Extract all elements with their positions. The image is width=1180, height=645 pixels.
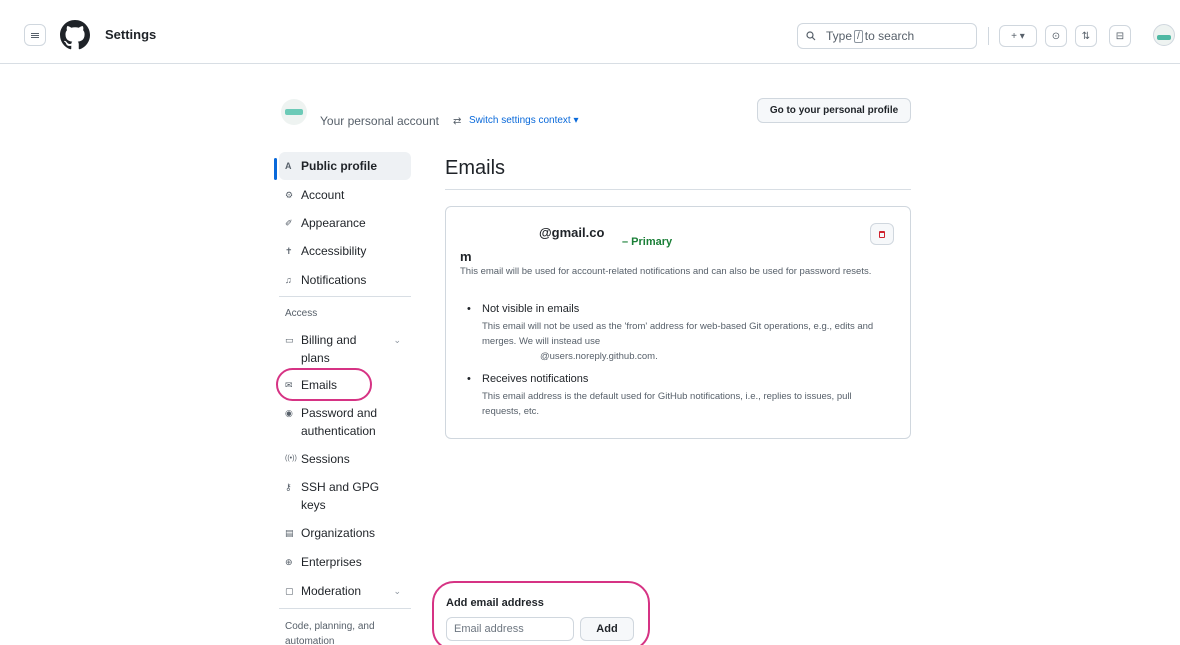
sidebar-item-notifications[interactable]: ♫ Notifications xyxy=(279,271,411,289)
bell-icon: ♫ xyxy=(285,275,292,285)
email-address-wrap: m xyxy=(460,249,472,264)
globe-icon: ⊕ xyxy=(285,557,293,567)
sidebar-item-password[interactable]: ◉ Password and authentication xyxy=(279,404,411,440)
sidebar-item-sessions[interactable]: ((•)) Sessions xyxy=(279,450,411,468)
sidebar-item-label: Account xyxy=(301,188,345,202)
user-avatar[interactable] xyxy=(1153,24,1175,46)
search-icon xyxy=(806,31,816,41)
sidebar-item-label: Public profile xyxy=(301,159,378,173)
issue-icon: ⊙ xyxy=(1051,30,1061,42)
email-address: @gmail.co xyxy=(539,225,605,240)
switch-settings-context-link[interactable]: Switch settings context ▾ xyxy=(469,115,579,126)
sidebar-item-label: Password and authentication xyxy=(301,406,378,438)
sidebar-item-public-profile[interactable]: A Public profile xyxy=(279,152,411,180)
create-new-button[interactable]: + ▾ xyxy=(999,25,1037,47)
broadcast-icon: ((•)) xyxy=(285,455,297,462)
sidebar-item-appearance[interactable]: ✐ Appearance xyxy=(279,214,411,232)
bullet-icon: • xyxy=(467,303,471,315)
sidebar-item-label: Enterprises xyxy=(301,555,362,569)
sidebar-item-label: Organizations xyxy=(301,526,376,540)
noreply-address: @users.noreply.github.com. xyxy=(540,351,658,362)
search-placeholder-suffix: to search xyxy=(864,29,915,43)
bullet-title: Not visible in emails xyxy=(482,303,580,315)
delete-email-button[interactable] xyxy=(870,223,894,245)
page-title: Settings xyxy=(105,27,157,42)
shield-lock-icon: ◉ xyxy=(285,408,293,418)
search-placeholder-prefix: Type xyxy=(826,29,853,43)
app-header: Settings Type / to search + ▾ ⊙ ⇅ ⊟ xyxy=(0,8,1180,64)
report-icon: ▢ xyxy=(285,586,294,596)
account-context-label: Your personal account xyxy=(320,114,439,128)
person-icon: A xyxy=(285,161,292,171)
header-divider xyxy=(988,27,989,45)
sidebar-item-accessibility[interactable]: ✝ Accessibility xyxy=(279,242,411,260)
sidebar-item-enterprises[interactable]: ⊕ Enterprises xyxy=(279,553,411,571)
search-input[interactable]: Type / to search xyxy=(797,23,977,49)
trash-icon xyxy=(879,230,885,238)
account-avatar xyxy=(281,99,307,125)
paintbrush-icon: ✐ xyxy=(285,218,293,228)
sidebar-item-label: Billing and plans xyxy=(301,333,357,365)
sidebar-item-organizations[interactable]: ▤ Organizations xyxy=(279,524,411,542)
sidebar-item-ssh-keys[interactable]: ⚷ SSH and GPG keys xyxy=(279,478,411,514)
sidebar-item-moderation[interactable]: ▢ Moderation ⌄ xyxy=(279,582,411,600)
email-description: This email will be used for account-rela… xyxy=(460,266,872,277)
bullet-title: Receives notifications xyxy=(482,373,589,385)
inbox-icon: ⊟ xyxy=(1115,30,1125,42)
bullet-icon: • xyxy=(467,373,471,385)
sidebar-item-label: SSH and GPG keys xyxy=(301,480,380,512)
plus-icon: + xyxy=(1011,30,1018,42)
primary-badge: – Primary xyxy=(622,236,673,248)
organization-icon: ▤ xyxy=(285,528,294,538)
title-divider xyxy=(445,189,911,190)
sidebar-item-label: Sessions xyxy=(301,452,350,466)
email-address-input[interactable] xyxy=(446,617,574,641)
sidebar-item-label: Appearance xyxy=(301,216,366,230)
add-email-heading: Add email address xyxy=(446,597,544,609)
bullet-description: This email address is the default used f… xyxy=(482,391,852,417)
active-indicator xyxy=(274,158,277,180)
sidebar-item-label: Notifications xyxy=(301,273,367,287)
inbox-button[interactable]: ⊟ xyxy=(1109,25,1131,47)
section-title: Emails xyxy=(445,157,506,179)
credit-card-icon: ▭ xyxy=(285,335,294,345)
hamburger-icon xyxy=(31,34,39,36)
pull-requests-button[interactable]: ⇅ xyxy=(1075,25,1097,47)
gear-icon: ⚙ xyxy=(285,190,294,200)
sidebar-section-code: Code, planning, and automation xyxy=(285,621,375,645)
chevron-down-icon: ▾ xyxy=(1019,30,1025,42)
sidebar-section-access: Access xyxy=(285,308,318,319)
highlight-ring-emails xyxy=(276,368,372,401)
chevron-down-icon: ⌄ xyxy=(393,586,401,596)
sidebar-item-billing[interactable]: ▭ Billing and plans ⌄ xyxy=(279,331,411,367)
hamburger-menu-button[interactable] xyxy=(24,24,46,46)
sidebar-item-label: Accessibility xyxy=(301,244,367,258)
sidebar-item-account[interactable]: ⚙ Account xyxy=(279,186,411,204)
switch-icon: ⇄ xyxy=(453,116,462,127)
bullet-description: This email will not be used as the 'from… xyxy=(482,321,874,362)
sidebar-divider xyxy=(279,608,411,609)
key-icon: ⚷ xyxy=(285,482,292,492)
accessibility-icon: ✝ xyxy=(285,246,293,256)
search-shortcut-key: / xyxy=(854,29,863,43)
go-to-profile-button[interactable]: Go to your personal profile xyxy=(757,98,911,123)
github-logo-icon[interactable] xyxy=(60,20,90,50)
add-email-button[interactable]: Add xyxy=(580,617,634,641)
sidebar-divider xyxy=(279,296,411,297)
issues-button[interactable]: ⊙ xyxy=(1045,25,1067,47)
chevron-down-icon: ⌄ xyxy=(393,335,401,345)
pull-request-icon: ⇅ xyxy=(1081,30,1091,42)
sidebar-item-label: Moderation xyxy=(301,584,362,598)
